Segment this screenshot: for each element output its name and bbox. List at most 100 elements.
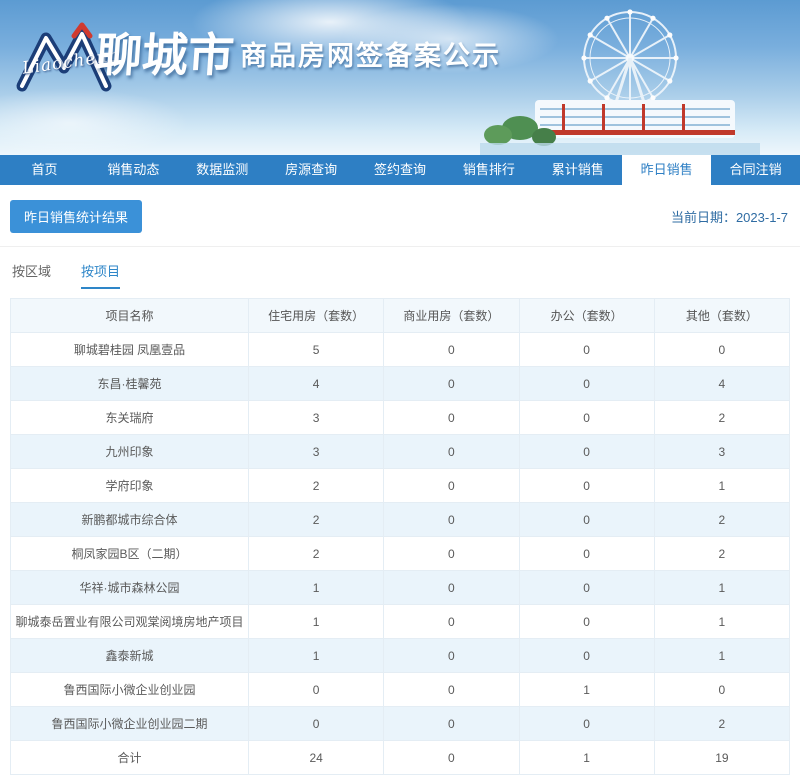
header-banner: Liaocheng 聊城市 商品房网签备案公示	[0, 0, 800, 155]
table-row: 聊城碧桂园 凤凰壹品 5 0 0 0	[10, 332, 791, 367]
value-cell: 3	[653, 434, 791, 469]
value-cell: 0	[518, 536, 655, 571]
value-cell: 4	[247, 366, 385, 401]
value-cell: 0	[518, 570, 655, 605]
table-row: 华祥·城市森林公园 1 0 0 1	[10, 570, 791, 605]
project-name-cell: 东关瑞府	[10, 400, 249, 435]
project-name-cell: 鲁西国际小微企业创业园二期	[10, 706, 249, 741]
table-row: 鑫泰新城 1 0 0 1	[10, 638, 791, 673]
project-name-cell: 聊城泰岳置业有限公司观棠阅境房地产项目	[10, 604, 249, 639]
value-cell: 1	[518, 740, 655, 775]
project-name-cell: 聊城碧桂园 凤凰壹品	[10, 332, 249, 367]
column-header-1: 住宅用房（套数）	[247, 298, 385, 333]
project-name-cell: 桐凤家园B区（二期）	[10, 536, 249, 571]
value-cell: 0	[518, 638, 655, 673]
value-cell: 3	[247, 400, 385, 435]
value-cell: 0	[247, 706, 385, 741]
value-cell: 1	[653, 468, 791, 503]
project-name-cell: 九州印象	[10, 434, 249, 469]
value-cell: 2	[653, 706, 791, 741]
value-cell: 0	[383, 570, 520, 605]
value-cell: 1	[247, 638, 385, 673]
section-title-badge: 昨日销售统计结果	[10, 200, 143, 233]
table-total-row: 合计 24 0 1 19	[10, 740, 791, 775]
current-date-label: 当前日期：2023-1-7	[670, 210, 788, 225]
value-cell: 24	[247, 740, 385, 775]
value-cell: 0	[383, 604, 520, 639]
value-cell: 0	[383, 468, 520, 503]
table-header-row: 项目名称 住宅用房（套数） 商业用房（套数） 办公（套数） 其他（套数）	[10, 298, 791, 333]
table-row: 东关瑞府 3 0 0 2	[10, 400, 791, 435]
value-cell: 1	[653, 604, 791, 639]
view-tabs: 按区域 按项目	[0, 247, 800, 289]
value-cell: 2	[653, 400, 791, 435]
column-header-3: 办公（套数）	[518, 298, 655, 333]
value-cell: 0	[518, 332, 655, 367]
project-name-cell: 新鹏都城市综合体	[10, 502, 249, 537]
table-row: 聊城泰岳置业有限公司观棠阅境房地产项目 1 0 0 1	[10, 604, 791, 639]
nav-item-listing-query[interactable]: 房源查询	[267, 155, 356, 185]
table-row: 东昌·桂馨苑 4 0 0 4	[10, 366, 791, 401]
value-cell: 1	[653, 570, 791, 605]
project-name-cell: 华祥·城市森林公园	[10, 570, 249, 605]
value-cell: 1	[247, 570, 385, 605]
value-cell: 19	[653, 740, 791, 775]
value-cell: 0	[653, 332, 791, 367]
nav-item-yesterday-sales[interactable]: 昨日销售	[622, 155, 712, 185]
value-cell: 0	[383, 672, 520, 707]
value-cell: 1	[247, 604, 385, 639]
value-cell: 1	[518, 672, 655, 707]
column-header-2: 商业用房（套数）	[383, 298, 520, 333]
project-name-cell: 鲁西国际小微企业创业园	[10, 672, 249, 707]
value-cell: 4	[653, 366, 791, 401]
nav-item-total-sales[interactable]: 累计销售	[533, 155, 622, 185]
nav-item-signing-query[interactable]: 签约查询	[356, 155, 445, 185]
tab-by-project[interactable]: 按项目	[81, 261, 121, 289]
value-cell: 0	[383, 706, 520, 741]
table-row: 九州印象 3 0 0 3	[10, 434, 791, 469]
value-cell: 0	[383, 638, 520, 673]
ferris-wheel-illustration	[480, 9, 760, 155]
value-cell: 2	[247, 536, 385, 571]
nav-item-sales-rank[interactable]: 销售排行	[444, 155, 533, 185]
table-row: 学府印象 2 0 0 1	[10, 468, 791, 503]
sales-statistics-table: 项目名称 住宅用房（套数） 商业用房（套数） 办公（套数） 其他（套数） 聊城碧桂园 凤…	[10, 298, 791, 775]
value-cell: 0	[653, 672, 791, 707]
value-cell: 0	[383, 366, 520, 401]
nav-item-home[interactable]: 首页	[0, 155, 89, 185]
value-cell: 0	[383, 332, 520, 367]
value-cell: 5	[247, 332, 385, 367]
column-header-4: 其他（套数）	[653, 298, 791, 333]
project-name-cell: 鑫泰新城	[10, 638, 249, 673]
table-row: 鲁西国际小微企业创业园 0 0 1 0	[10, 672, 791, 707]
nav-item-data-monitor[interactable]: 数据监测	[178, 155, 267, 185]
nav-item-sales-news[interactable]: 销售动态	[89, 155, 178, 185]
nav-item-contract-cancel[interactable]: 合同注销	[711, 155, 800, 185]
project-name-cell: 东昌·桂馨苑	[10, 366, 249, 401]
value-cell: 0	[518, 434, 655, 469]
value-cell: 2	[653, 536, 791, 571]
value-cell: 2	[247, 502, 385, 537]
value-cell: 0	[518, 366, 655, 401]
tab-by-region[interactable]: 按区域	[12, 261, 51, 289]
site-title-main: 商品房网签备案公示	[240, 41, 501, 71]
value-cell: 2	[653, 502, 791, 537]
project-name-cell: 学府印象	[10, 468, 249, 503]
value-cell: 0	[518, 468, 655, 503]
value-cell: 0	[247, 672, 385, 707]
table-row: 桐凤家园B区（二期） 2 0 0 2	[10, 536, 791, 571]
value-cell: 0	[383, 536, 520, 571]
section-header: 昨日销售统计结果 当前日期：2023-1-7	[0, 185, 800, 247]
value-cell: 3	[247, 434, 385, 469]
page-root: Liaocheng 聊城市 商品房网签备案公示 首页 销售动态 数据监测 房源查…	[0, 0, 800, 775]
site-title-city: 聊城市	[94, 28, 236, 82]
value-cell: 0	[518, 502, 655, 537]
value-cell: 0	[518, 400, 655, 435]
value-cell: 0	[383, 740, 520, 775]
value-cell: 0	[518, 604, 655, 639]
project-name-cell: 合计	[10, 740, 249, 775]
column-header-0: 项目名称	[10, 298, 249, 333]
main-nav: 首页 销售动态 数据监测 房源查询 签约查询 销售排行 累计销售 昨日销售 合同注销	[0, 155, 800, 185]
site-title-group: 聊城市 商品房网签备案公示	[94, 28, 501, 82]
value-cell: 0	[383, 400, 520, 435]
